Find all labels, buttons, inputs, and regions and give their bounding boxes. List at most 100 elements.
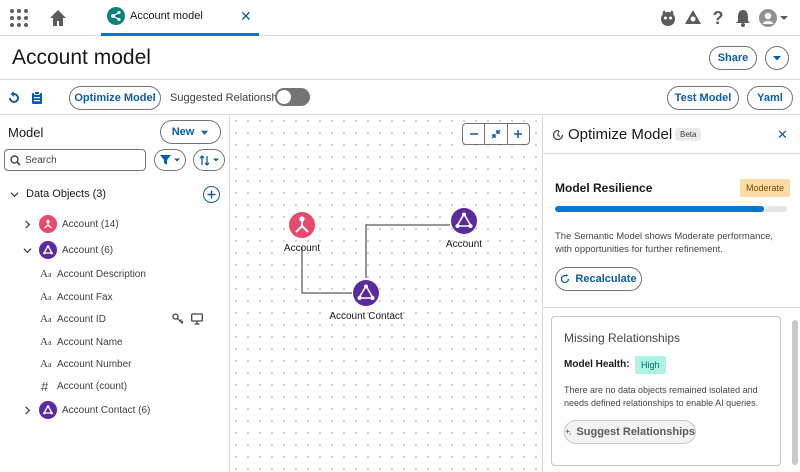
recalculate-button[interactable]: Recalculate (555, 267, 642, 291)
text-field-icon: Aa (40, 313, 52, 325)
node-label: Account (445, 239, 483, 250)
tree-item-object[interactable]: Account Contact (6) (22, 399, 150, 421)
text-field-icon: Aa (40, 291, 52, 303)
home-icon[interactable] (48, 8, 68, 28)
text-field-icon: Aa (40, 358, 52, 370)
field-label: Account (count) (57, 380, 128, 392)
status-badge: Moderate (740, 179, 791, 197)
page-header: Account model Share (0, 36, 800, 80)
text-field-icon: Aa (40, 336, 52, 348)
relationship-line (365, 224, 450, 278)
filter-icon (160, 155, 171, 165)
tree-item-label: Account Contact (6) (62, 404, 151, 416)
field-label: Account Fax (57, 291, 113, 303)
undo-icon[interactable] (8, 92, 20, 104)
optimize-model-button[interactable]: Optimize Model (69, 86, 161, 110)
scrollbar[interactable] (792, 320, 798, 465)
node-account-contact[interactable] (353, 280, 379, 306)
clipboard-icon[interactable] (31, 91, 43, 104)
data-object-icon (39, 215, 57, 233)
desktop-icon[interactable] (191, 313, 203, 325)
card-title: Missing Relationships (564, 331, 681, 345)
chevron-down-icon (174, 158, 180, 162)
node-account-2[interactable] (451, 208, 477, 234)
relationship-graph (289, 208, 477, 306)
page-title: Account model (12, 46, 151, 69)
einstein-icon[interactable] (658, 8, 678, 28)
missing-description: There are no data objects remained isola… (564, 385, 759, 408)
refresh-icon (561, 274, 570, 284)
model-toolbar: Optimize Model Suggested Relationships T… (0, 80, 800, 115)
suggest-relationships-label: Suggest Relationships (576, 426, 695, 438)
field-row[interactable]: Aa Account ID (40, 308, 210, 330)
tab-account-model[interactable]: Account model ✕ (101, 0, 259, 36)
data-object-icon (39, 401, 57, 419)
app-launcher-icon[interactable] (10, 9, 28, 27)
missing-relationships-card: Missing Relationships Model Health: High… (551, 316, 781, 466)
trailhead-icon[interactable] (683, 8, 703, 28)
yaml-button[interactable]: Yaml (747, 86, 793, 110)
add-icon (207, 190, 216, 199)
field-row[interactable]: Aa Account Fax (40, 286, 113, 308)
progress-fill (555, 206, 764, 212)
sparkle-icon (565, 428, 572, 436)
optimize-icon (552, 129, 564, 141)
sort-button[interactable] (193, 149, 225, 171)
field-label: Account Number (57, 358, 132, 370)
add-data-object-button[interactable] (203, 186, 220, 203)
key-icon[interactable] (172, 313, 184, 325)
resilience-title: Model Resilience (555, 181, 653, 195)
test-model-button[interactable]: Test Model (667, 86, 739, 110)
chevron-down-icon (201, 130, 209, 135)
data-object-icon (39, 241, 57, 259)
node-label: Account (283, 243, 321, 254)
new-button-label: New (171, 126, 195, 138)
new-button[interactable]: New (160, 120, 221, 144)
avatar-icon[interactable] (758, 8, 788, 28)
panel-title: Optimize Model (568, 126, 673, 143)
model-canvas[interactable]: Account Account Account Contact (230, 115, 542, 472)
filter-button[interactable] (154, 149, 186, 171)
close-icon[interactable]: ✕ (777, 127, 788, 143)
close-icon[interactable]: ✕ (240, 8, 252, 25)
node-account-1[interactable] (289, 212, 315, 238)
field-row[interactable]: Aa Account Description (40, 263, 146, 285)
field-row[interactable]: Aa Account Number (40, 353, 131, 375)
node-label: Account Contact (329, 311, 403, 322)
notifications-icon[interactable] (733, 8, 753, 28)
search-icon (10, 155, 21, 166)
field-label: Account Description (57, 268, 146, 280)
beta-badge: Beta (675, 128, 702, 141)
search-field[interactable] (4, 149, 146, 171)
model-health-label: Model Health: (564, 359, 630, 370)
number-field-icon: # (41, 378, 49, 394)
data-objects-label: Data Objects (3) (26, 188, 107, 200)
tree-item-object[interactable]: Account (6) (22, 239, 113, 261)
divider (543, 307, 800, 308)
chevron-right-icon (22, 219, 32, 229)
search-input[interactable] (25, 152, 140, 168)
sort-icon (199, 154, 210, 166)
help-icon[interactable]: ? (708, 8, 728, 28)
chevron-down-icon (9, 189, 19, 199)
recalculate-label: Recalculate (575, 273, 637, 285)
field-label: Account Name (57, 336, 123, 348)
resilience-description: The Semantic Model shows Moderate perfor… (555, 231, 774, 255)
divider (543, 153, 800, 154)
panel-title: Model (8, 125, 44, 140)
optimize-model-panel: Optimize Model Beta ✕ Model Resilience M… (542, 115, 800, 472)
field-row[interactable]: Aa Account Name (40, 331, 123, 353)
svg-text:?: ? (713, 8, 724, 28)
chevron-down-icon (213, 158, 219, 162)
suggested-relationships-toggle[interactable] (275, 88, 310, 106)
data-objects-section[interactable]: Data Objects (3) (9, 183, 106, 205)
resilience-progress-bar (555, 206, 787, 212)
share-button[interactable]: Share (709, 46, 757, 70)
tree-item-label: Account (14) (62, 218, 119, 230)
more-actions-button[interactable] (765, 46, 789, 70)
field-row[interactable]: # Account (count) (40, 375, 127, 397)
model-panel: Model New Data Objects (3) Account (1 (0, 115, 230, 472)
suggest-relationships-button[interactable]: Suggest Relationships (564, 420, 696, 444)
field-label: Account ID (57, 313, 106, 325)
tree-item-object[interactable]: Account (14) (22, 213, 119, 235)
